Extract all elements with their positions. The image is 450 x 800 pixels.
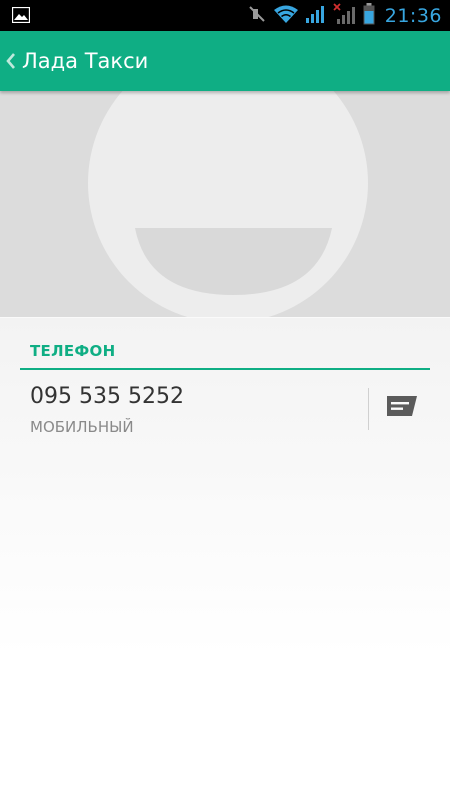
status-icons: 21:36 <box>247 0 442 31</box>
no-signal-icon <box>333 2 357 29</box>
phone-entry-row[interactable]: 095 535 5252 МОБИЛЬНЫЙ <box>0 370 450 440</box>
default-contact-avatar <box>88 91 368 317</box>
message-icon <box>386 394 418 422</box>
battery-icon <box>363 2 375 29</box>
status-bar: 21:36 <box>0 0 450 31</box>
status-time: 21:36 <box>384 4 442 27</box>
signal-icon <box>305 4 327 28</box>
phone-number: 095 535 5252 <box>30 384 184 409</box>
vertical-divider <box>368 388 369 430</box>
action-bar: Лада Такси <box>0 31 450 91</box>
send-message-button[interactable] <box>378 386 426 430</box>
gallery-notification-icon <box>11 6 31 24</box>
chevron-left-icon <box>4 49 18 73</box>
page-title: Лада Такси <box>22 49 149 73</box>
mute-icon <box>247 4 267 28</box>
wifi-icon <box>273 4 299 28</box>
phone-section-title: ТЕЛЕФОН <box>30 342 116 360</box>
phone-section-header: ТЕЛЕФОН <box>20 340 430 370</box>
back-button[interactable]: Лада Такси <box>0 31 158 91</box>
contact-details: ТЕЛЕФОН 095 535 5252 МОБИЛЬНЫЙ <box>0 318 450 800</box>
contact-photo <box>0 91 450 317</box>
phone-type-label: МОБИЛЬНЫЙ <box>30 418 134 436</box>
